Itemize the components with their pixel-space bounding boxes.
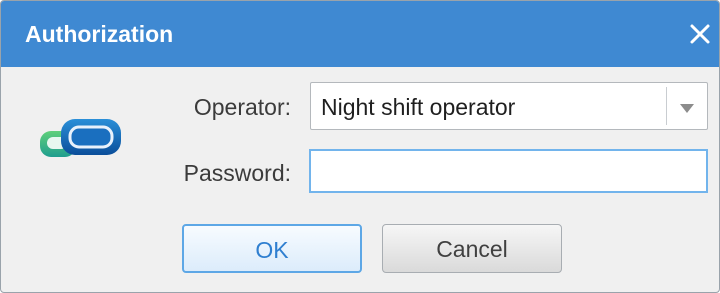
- password-label: Password:: [183, 160, 291, 186]
- app-logo-icon: [37, 113, 133, 163]
- authorization-dialog: Authorization Operator: Night shift oper…: [0, 0, 720, 293]
- operator-select[interactable]: Night shift operator: [310, 82, 708, 130]
- chevron-down-icon[interactable]: [679, 101, 695, 113]
- select-divider: [666, 87, 667, 125]
- close-icon[interactable]: [685, 19, 715, 49]
- operator-select-value: Night shift operator: [321, 94, 516, 120]
- ok-button[interactable]: OK: [182, 224, 362, 273]
- operator-label: Operator:: [193, 94, 291, 120]
- dialog-title: Authorization: [25, 21, 174, 47]
- password-field[interactable]: [309, 149, 708, 193]
- title-bar: Authorization: [1, 1, 719, 67]
- cancel-button[interactable]: Cancel: [382, 224, 562, 273]
